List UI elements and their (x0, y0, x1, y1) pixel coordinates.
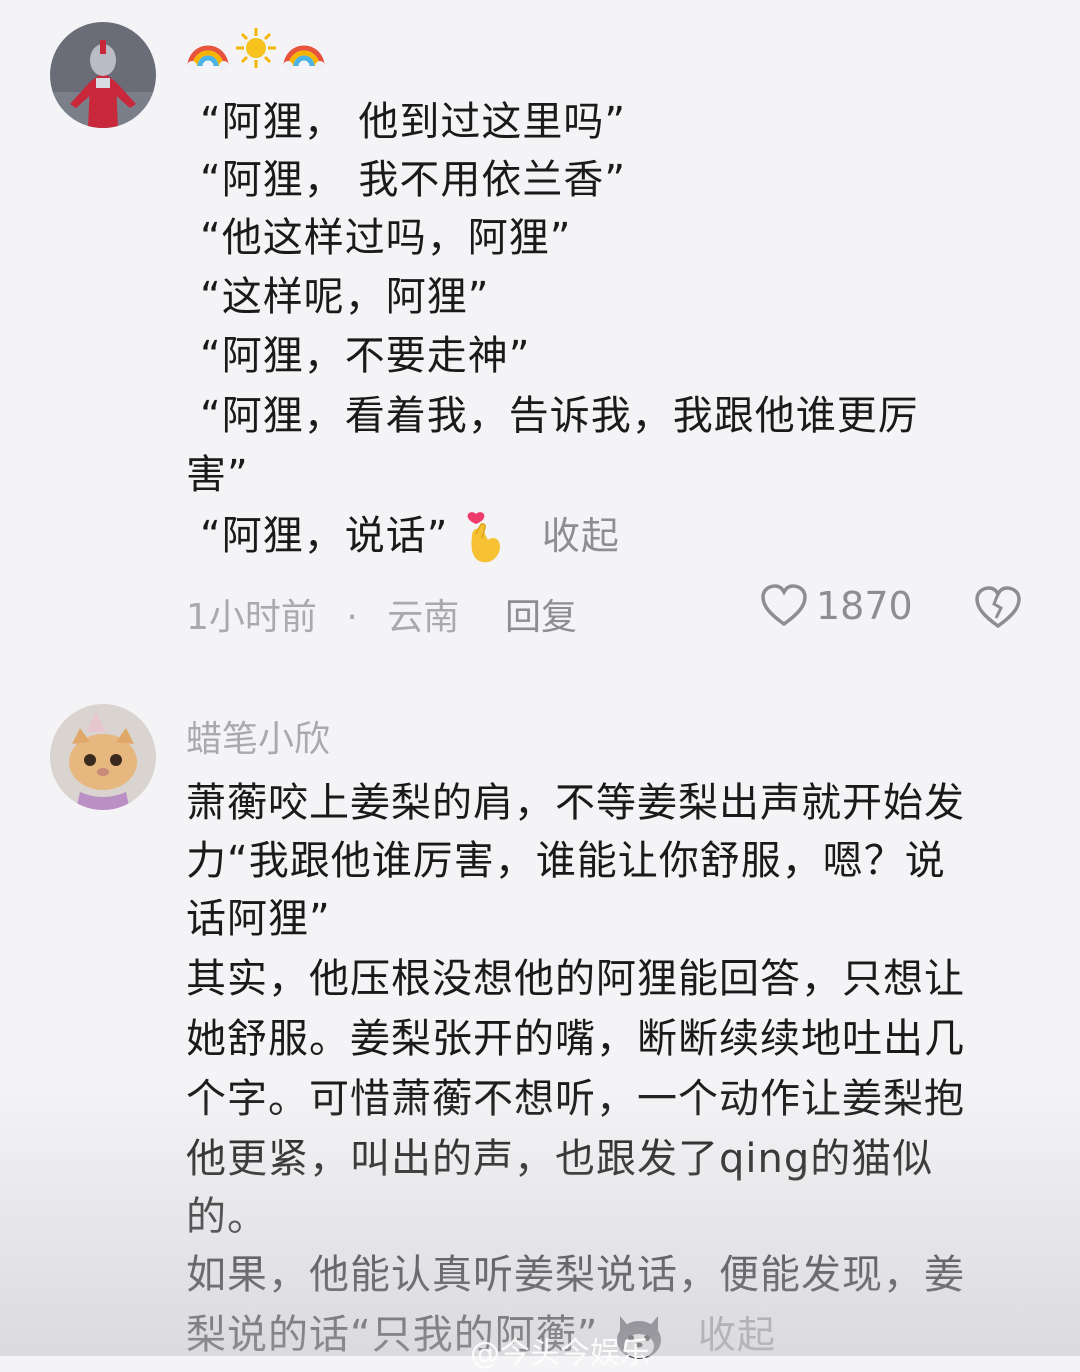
timestamp: 1小时前 (186, 597, 317, 638)
finger-heart-icon (467, 512, 501, 563)
separator: · (346, 597, 358, 638)
comment-text-line: 力“我跟他谁厉害，谁能让你舒服，嗯？说 (186, 838, 946, 884)
comment-text-line: 他更紧，叫出的声，也跟发了qing的猫似 (186, 1136, 934, 1182)
comment-text-line: “这样呢，阿狸” (200, 274, 490, 320)
username-emoji[interactable] (186, 26, 326, 70)
comment-text-line: “阿狸，不要走神” (200, 333, 531, 379)
avatar[interactable] (50, 704, 156, 810)
heart-outline-icon (761, 584, 807, 627)
reply-button[interactable]: 回复 (505, 588, 577, 640)
comment-text-line: 的。 (186, 1194, 268, 1240)
comment-text-line: 如果，他能认真听姜梨说话，便能发现，姜 (186, 1252, 965, 1298)
watermark: @今头今娱乐 (470, 1336, 650, 1371)
comment-text-line: 害” (186, 452, 249, 498)
comment-text-line: “他这样过吗，阿狸” (200, 215, 572, 261)
rainbow-icon (187, 45, 229, 70)
comment-text-line: “阿狸， 他到过这里吗” (200, 99, 627, 145)
avatar[interactable] (50, 22, 156, 128)
comment-text-line: 话阿狸” (186, 896, 331, 942)
comment-text-line: “阿狸， 我不用依兰香” (200, 157, 627, 203)
comment-meta: 1小时前 · 云南 (186, 588, 459, 640)
username[interactable]: 蜡笔小欣 (186, 710, 330, 762)
comment-text: “阿狸，说话” (200, 513, 449, 559)
collapse-link[interactable]: 收起 (698, 1313, 776, 1357)
rainbow-icon (283, 45, 325, 70)
like-button[interactable]: 1870 (760, 584, 913, 628)
broken-heart-icon (975, 586, 1021, 629)
comment-text-line-last: “阿狸，说话” 收起 (200, 507, 620, 566)
collapse-link[interactable]: 收起 (542, 514, 620, 558)
sun-icon (236, 28, 276, 68)
like-count: 1870 (816, 584, 913, 628)
location: 云南 (387, 597, 460, 638)
comment-text-line: “阿狸，看着我，告诉我，我跟他谁更厉 (200, 393, 919, 439)
dislike-button[interactable] (974, 586, 1022, 634)
comment-text-line: 个字。可惜萧蘅不想听，一个动作让姜梨抱 (186, 1076, 965, 1122)
comment-text-line: 她舒服。姜梨张开的嘴，断断续续地吐出几 (186, 1016, 965, 1062)
comment-text-line: 萧蘅咬上姜梨的肩，不等姜梨出声就开始发 (186, 780, 965, 826)
comment-text-line: 其实，他压根没想他的阿狸能回答，只想让 (186, 956, 965, 1002)
